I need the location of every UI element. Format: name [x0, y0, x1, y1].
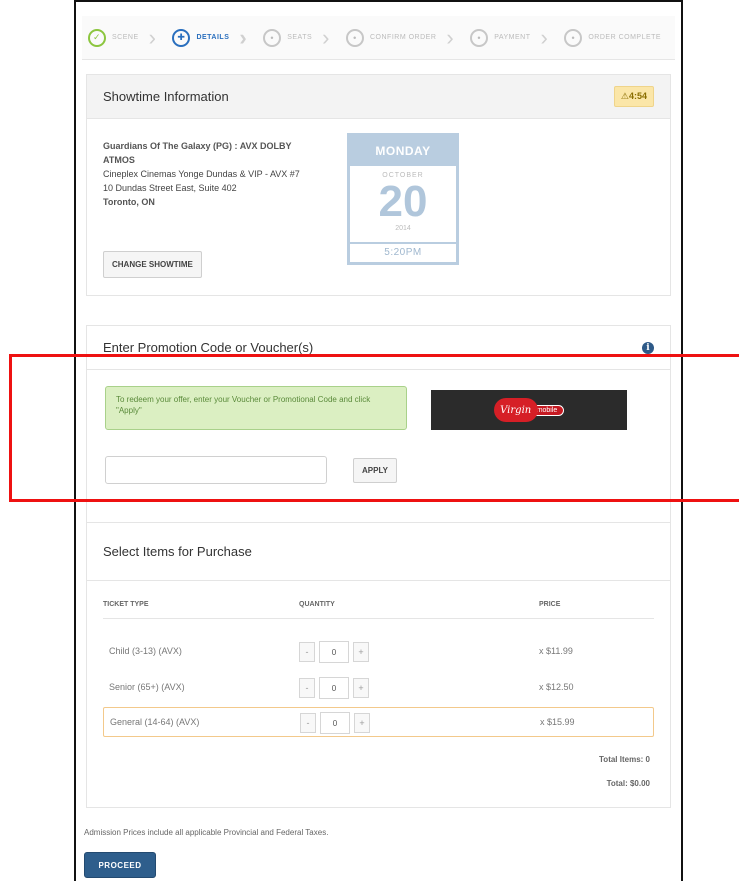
proceed-button[interactable]: PROCEED: [84, 852, 156, 878]
promo-header: Enter Promotion Code or Voucher(s) i: [87, 326, 670, 370]
promo-code-input[interactable]: [105, 456, 327, 484]
showtime-body: Guardians Of The Galaxy (PG) : AVX DOLBY…: [87, 119, 670, 295]
partner-banner[interactable]: Virgin mobile: [431, 390, 627, 430]
tax-note: Admission Prices include all applicable …: [84, 828, 329, 837]
decrement-button[interactable]: -: [300, 713, 316, 733]
quantity-stepper: - 0 +: [299, 677, 369, 699]
step-label: ORDER COMPLETE: [588, 34, 662, 41]
timer-badge: ⚠4:54: [613, 86, 654, 107]
table-row: Child (3-13) (AVX) - 0 + x $11.99: [103, 637, 654, 667]
plus-circle-icon: ✚: [172, 28, 191, 47]
table-row: Senior (65+) (AVX) - 0 + x $12.50: [103, 673, 654, 703]
chevron-right-icon: ›: [540, 24, 549, 50]
table-row: General (14-64) (AVX) - 0 + x $15.99: [103, 707, 654, 737]
promo-instructions: To redeem your offer, enter your Voucher…: [105, 386, 407, 430]
step-confirm-order[interactable]: • CONFIRM ORDER ›: [340, 16, 464, 60]
virgin-logo: Virgin: [493, 398, 538, 422]
increment-button[interactable]: +: [353, 642, 369, 662]
dot-circle-icon: •: [345, 28, 364, 47]
showtime-calendar: MONDAY OCTOBER 20 2014 5:20PM: [347, 133, 459, 265]
step-label: PAYMENT: [494, 34, 531, 41]
panel-title: Select Items for Purchase: [103, 544, 252, 559]
ticket-table-header: TICKET TYPE QUANTITY PRICE: [103, 597, 654, 619]
showtime-panel: Showtime Information ⚠4:54 Guardians Of …: [86, 74, 671, 296]
step-label: SCENE: [112, 34, 139, 41]
ticket-type: Senior (65+) (AVX): [109, 682, 185, 692]
step-scene[interactable]: ✓ SCENE ›: [82, 16, 166, 60]
step-payment[interactable]: • PAYMENT ›: [464, 16, 558, 60]
dot-circle-icon: •: [470, 28, 489, 47]
promo-panel: Enter Promotion Code or Voucher(s) i To …: [86, 325, 671, 523]
ticket-price: x $11.99: [539, 646, 573, 656]
calendar-time: 5:20PM: [350, 242, 456, 262]
ticket-type: Child (3-13) (AVX): [109, 646, 182, 656]
ticket-type: General (14-64) (AVX): [110, 717, 200, 727]
step-label: CONFIRM ORDER: [369, 34, 437, 41]
order-total: Total: $0.00: [606, 779, 650, 788]
cinema-address: 10 Dundas Street East, Suite 402: [103, 183, 237, 193]
increment-button[interactable]: +: [354, 713, 370, 733]
increment-button[interactable]: +: [353, 678, 369, 698]
col-quantity: QUANTITY: [299, 601, 335, 608]
step-label: DETAILS: [196, 34, 230, 41]
chevron-right-icon: ›: [446, 24, 455, 50]
decrement-button[interactable]: -: [299, 642, 315, 662]
col-ticket-type: TICKET TYPE: [103, 601, 149, 608]
chevron-right-icon: ›: [148, 24, 157, 50]
calendar-year: 2014: [395, 225, 411, 232]
cinema-name: Cineplex Cinemas Yonge Dundas & VIP - AV…: [103, 169, 300, 179]
quantity-stepper: - 0 +: [299, 641, 369, 663]
panel-title: Showtime Information: [103, 89, 229, 104]
step-label: SEATS: [287, 34, 313, 41]
total-items: Total Items: 0: [599, 755, 650, 764]
calendar-date: 20: [378, 177, 428, 226]
ticket-price: x $15.99: [540, 717, 575, 727]
purchase-header: Select Items for Purchase: [87, 523, 670, 581]
quantity-value[interactable]: 0: [320, 712, 350, 734]
check-icon: ✓: [88, 28, 106, 47]
step-seats[interactable]: • SEATS ›: [257, 16, 340, 60]
showtime-header: Showtime Information ⚠4:54: [87, 75, 670, 119]
dot-circle-icon: •: [564, 28, 583, 47]
step-details[interactable]: ✚ DETAILS ›: [166, 16, 257, 60]
panel-title: Enter Promotion Code or Voucher(s): [103, 340, 314, 355]
chevron-right-icon: ›: [322, 24, 330, 50]
purchase-panel: Select Items for Purchase TICKET TYPE QU…: [86, 522, 671, 808]
calendar-day: MONDAY: [350, 136, 456, 166]
change-showtime-button[interactable]: CHANGE SHOWTIME: [103, 251, 202, 278]
cinema-city: Toronto, ON: [103, 197, 155, 207]
ticket-price: x $12.50: [539, 682, 574, 692]
chevron-right-icon: ›: [239, 24, 248, 50]
quantity-stepper: - 0 +: [300, 712, 370, 734]
checkout-frame: ✓ SCENE › ✚ DETAILS › • SEATS › • CONFIR…: [74, 0, 683, 881]
showtime-details: Guardians Of The Galaxy (PG) : AVX DOLBY…: [103, 139, 323, 209]
col-price: PRICE: [539, 601, 561, 608]
quantity-value[interactable]: 0: [319, 641, 349, 663]
movie-title: Guardians Of The Galaxy (PG) : AVX DOLBY…: [103, 141, 292, 165]
info-icon[interactable]: i: [642, 341, 654, 354]
apply-button[interactable]: APPLY: [353, 458, 397, 483]
step-order-complete[interactable]: • ORDER COMPLETE: [558, 16, 671, 60]
quantity-value[interactable]: 0: [319, 677, 349, 699]
progress-stepper: ✓ SCENE › ✚ DETAILS › • SEATS › • CONFIR…: [82, 16, 675, 60]
dot-circle-icon: •: [263, 28, 282, 47]
decrement-button[interactable]: -: [299, 678, 315, 698]
promo-body: To redeem your offer, enter your Voucher…: [87, 370, 670, 522]
